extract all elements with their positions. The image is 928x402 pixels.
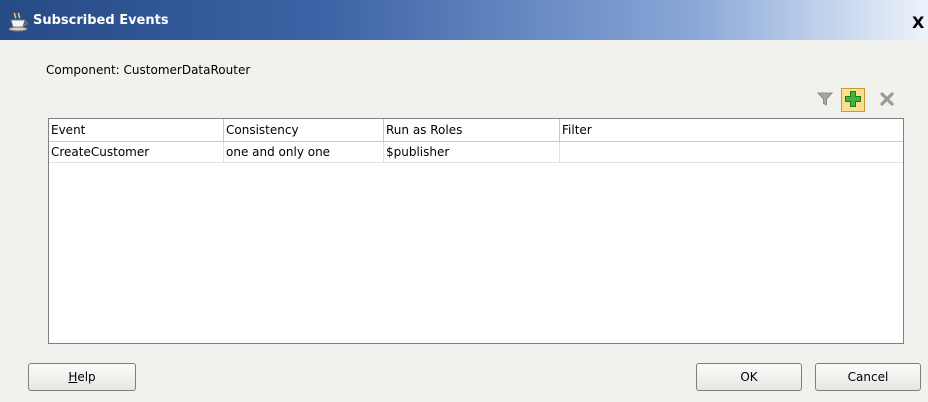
column-header-consistency[interactable]: Consistency xyxy=(224,119,384,141)
component-value: CustomerDataRouter xyxy=(123,63,251,77)
table-header: Event Consistency Run as Roles Filter xyxy=(49,119,903,142)
add-event-button[interactable] xyxy=(841,88,865,112)
cancel-button[interactable]: Cancel xyxy=(815,363,921,391)
help-mnemonic: H xyxy=(68,370,78,384)
filter-icon xyxy=(816,90,834,111)
delete-event-button[interactable] xyxy=(875,88,899,112)
dialog-title: Subscribed Events xyxy=(33,13,169,28)
events-table: Event Consistency Run as Roles Filter Cr… xyxy=(48,118,904,344)
title-bar: Subscribed Events X xyxy=(0,0,928,40)
add-icon xyxy=(844,90,862,111)
close-button[interactable]: X xyxy=(912,14,928,32)
cell-event[interactable]: CreateCustomer xyxy=(49,142,224,162)
help-button[interactable]: Help xyxy=(28,363,136,391)
help-label: elp xyxy=(77,370,96,384)
component-row: Component: CustomerDataRouter xyxy=(46,63,250,77)
delete-icon xyxy=(879,91,895,110)
column-header-event[interactable]: Event xyxy=(49,119,224,141)
cell-filter[interactable] xyxy=(560,142,903,162)
subscribed-events-dialog: Subscribed Events X Component: CustomerD… xyxy=(0,0,928,402)
ok-button[interactable]: OK xyxy=(696,363,802,391)
column-header-run-as-roles[interactable]: Run as Roles xyxy=(384,119,560,141)
column-header-filter[interactable]: Filter xyxy=(560,119,903,141)
component-label: Component: xyxy=(46,63,120,77)
cell-run-as-roles[interactable]: $publisher xyxy=(384,142,560,162)
coffee-cup-icon xyxy=(8,12,30,32)
filter-button[interactable] xyxy=(813,88,837,112)
table-row[interactable]: CreateCustomer one and only one $publish… xyxy=(49,142,903,163)
cell-consistency[interactable]: one and only one xyxy=(224,142,384,162)
